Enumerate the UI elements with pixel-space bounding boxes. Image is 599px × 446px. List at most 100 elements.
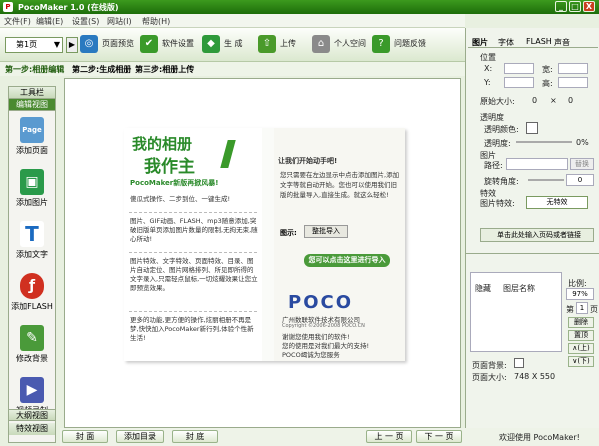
edit-background-button[interactable]: ✎ 修改背景 [11, 323, 53, 367]
bring-top-button[interactable]: 置顶 [568, 330, 594, 341]
page-size-value: 748 X 550 [514, 372, 556, 381]
page-size-label: 页面大小: [472, 373, 507, 382]
divider [129, 212, 257, 213]
flash-icon: ƒ [20, 273, 44, 299]
path-label: 路径: [484, 161, 503, 170]
preview-button[interactable]: ◎ 页面预览 [80, 33, 134, 55]
x-input[interactable] [504, 63, 534, 74]
page-next-arrow-icon[interactable]: ▶ [66, 37, 78, 53]
album-title-2: 我作主 [144, 157, 195, 177]
move-up-button[interactable]: ∧(上) [568, 343, 594, 354]
batch-import-button[interactable]: 整批导入 [304, 225, 348, 238]
album-para-3: 图片特效、文字特效、页面特效、目录、图片自动定位、图片网格排列、所见即所得的文字… [130, 257, 258, 292]
generate-icon: ◆ [202, 35, 220, 53]
import-hint[interactable]: 您可以点击这里进行导入 [304, 254, 390, 267]
ratio-input[interactable]: 97% [566, 288, 594, 300]
add-page-button[interactable]: Page 添加页面 [11, 115, 53, 159]
cover-button[interactable]: 封 面 [62, 430, 108, 443]
back-cover-button[interactable]: 封 底 [172, 430, 218, 443]
effects-view-tab[interactable]: 特效视图 [9, 423, 55, 435]
step-upload[interactable]: 第三步:相册上传 [135, 64, 194, 75]
width-input[interactable] [558, 63, 588, 74]
tab-image[interactable]: 图片 [472, 37, 488, 48]
trans-color-label: 透明颜色: [484, 125, 519, 134]
generate-button[interactable]: ◆ 生 成 [202, 33, 243, 55]
question-icon: ? [372, 35, 390, 53]
settings-button[interactable]: ✔ 软件设置 [140, 33, 194, 55]
faq-button[interactable]: ? 问题反馈 [372, 33, 426, 55]
edit-view-tab[interactable]: 编辑视图 [9, 99, 55, 111]
add-flash-button[interactable]: ƒ 添加FLASH [11, 271, 53, 315]
rotate-input[interactable]: 0 [566, 174, 594, 186]
add-toc-button[interactable]: 添加目录 [116, 430, 164, 443]
trans-slider[interactable] [516, 141, 572, 143]
menu-website[interactable]: 网站(I) [107, 16, 132, 27]
toolbox-header: 工具栏 [9, 87, 55, 99]
move-down-button[interactable]: ∨(下) [568, 356, 594, 367]
page-bg-swatch[interactable] [514, 358, 524, 368]
menu-settings[interactable]: 设置(S) [72, 16, 99, 27]
rotate-slider[interactable] [528, 179, 564, 181]
step-generate[interactable]: 第二步:生成相册 [72, 64, 131, 75]
album-para-2: 图片、GIF动画、FLASH、mp3随意添加,突破旧版单页添加图片数量的限制,无… [130, 217, 258, 243]
page-icon: Page [20, 117, 44, 143]
menu-file[interactable]: 文件(F) [4, 16, 31, 27]
height-input[interactable] [558, 77, 588, 88]
x-label: X: [484, 64, 493, 73]
step-edit[interactable]: 第一步:相册编辑 [5, 64, 64, 75]
space-icon: ⌂ [312, 35, 330, 53]
layers-list[interactable]: 隐藏 图层名称 [470, 272, 562, 352]
upload-button[interactable]: ⇧ 上传 [258, 33, 296, 55]
album-para-1: 傻瓜式操作、二步到位、一键生成! [130, 195, 231, 203]
copyright: Copyright ©2006-2008 POCO.CN [282, 323, 365, 329]
thanks-3: POCO竭诚为您服务 [282, 351, 340, 359]
page-canvas[interactable]: 我的相册 我作主 PocoMaker新版再掀风暴! 傻瓜式操作、二步到位、一键生… [64, 78, 461, 428]
import-label: 图示: [280, 229, 297, 237]
close-button[interactable]: X [583, 1, 595, 12]
text-icon: T [20, 221, 44, 247]
page-select[interactable]: 第1页 ▼ [5, 37, 63, 53]
title-bar: P PocoMaker 1.0 (在线版) _ □ X [0, 0, 599, 14]
tab-font[interactable]: 字体 [498, 37, 514, 48]
img-special-label: 图片特效: [480, 199, 515, 208]
page-prefix: 第 [566, 305, 574, 314]
original-width-value: 0 [532, 96, 538, 105]
prev-page-button[interactable]: 上 一 页 [366, 430, 412, 443]
link-input[interactable]: 单击此处输入页码或者链接 [480, 228, 594, 242]
y-input[interactable] [504, 77, 534, 88]
position-label: 位置 [480, 53, 496, 62]
app-icon: P [3, 2, 13, 12]
divider [129, 252, 257, 253]
right-text: 您只需要在左边显示中点击添加图片,添加文字等就自动开始。您也可以使用我们旧版的批… [280, 171, 400, 199]
original-height-value: 0 [568, 96, 574, 105]
menu-help[interactable]: 帮助(H) [142, 16, 170, 27]
tab-sound[interactable]: 声音 [554, 37, 570, 48]
add-image-button[interactable]: ▣ 添加图片 [11, 167, 53, 211]
right-title: 让我们开始动手吧! [278, 157, 338, 165]
tab-flash[interactable]: FLASH [526, 37, 552, 46]
status-welcome: 欢迎使用 PocoMaker! [499, 433, 580, 442]
original-size-label: 原始大小: [480, 97, 515, 106]
special-select[interactable]: 无特效 [526, 196, 588, 209]
window-title: PocoMaker 1.0 (在线版) [18, 3, 119, 12]
album-right-page: 让我们开始动手吧! 您只需要在左边显示中点击添加图片,添加文字等就自动开始。您也… [274, 128, 405, 361]
next-page-button[interactable]: 下 一 页 [416, 430, 462, 443]
trans-level-label: 透明度: [484, 139, 511, 148]
menu-bar: 文件(F) 编辑(E) 设置(S) 网站(I) 帮助(H) [0, 14, 465, 28]
magnifier-icon: ◎ [80, 35, 98, 53]
background-icon: ✎ [20, 325, 44, 351]
minimize-button[interactable]: _ [555, 1, 567, 12]
page-number-input[interactable]: 1 [576, 302, 588, 314]
step-bar: 第一步:相册编辑 第二步:生成相册 第三步:相册上传 [0, 62, 465, 76]
replace-button[interactable]: 替换 [570, 158, 594, 170]
add-text-button[interactable]: T 添加文字 [11, 219, 53, 263]
layers-panel: 隐藏 图层名称 比例: 97% 第 1 页 删除 置顶 ∧(上) ∨(下) 页面… [465, 253, 599, 433]
trans-color-swatch[interactable] [526, 122, 538, 134]
maximize-button[interactable]: □ [569, 1, 581, 12]
space-button[interactable]: ⌂ 个人空间 [312, 33, 366, 55]
delete-button[interactable]: 删除 [568, 317, 594, 328]
outline-view-tab[interactable]: 大纲视图 [9, 409, 55, 421]
path-input[interactable] [506, 158, 568, 170]
menu-edit[interactable]: 编辑(E) [36, 16, 63, 27]
album-spread: 我的相册 我作主 PocoMaker新版再掀风暴! 傻瓜式操作、二步到位、一键生… [124, 128, 405, 361]
